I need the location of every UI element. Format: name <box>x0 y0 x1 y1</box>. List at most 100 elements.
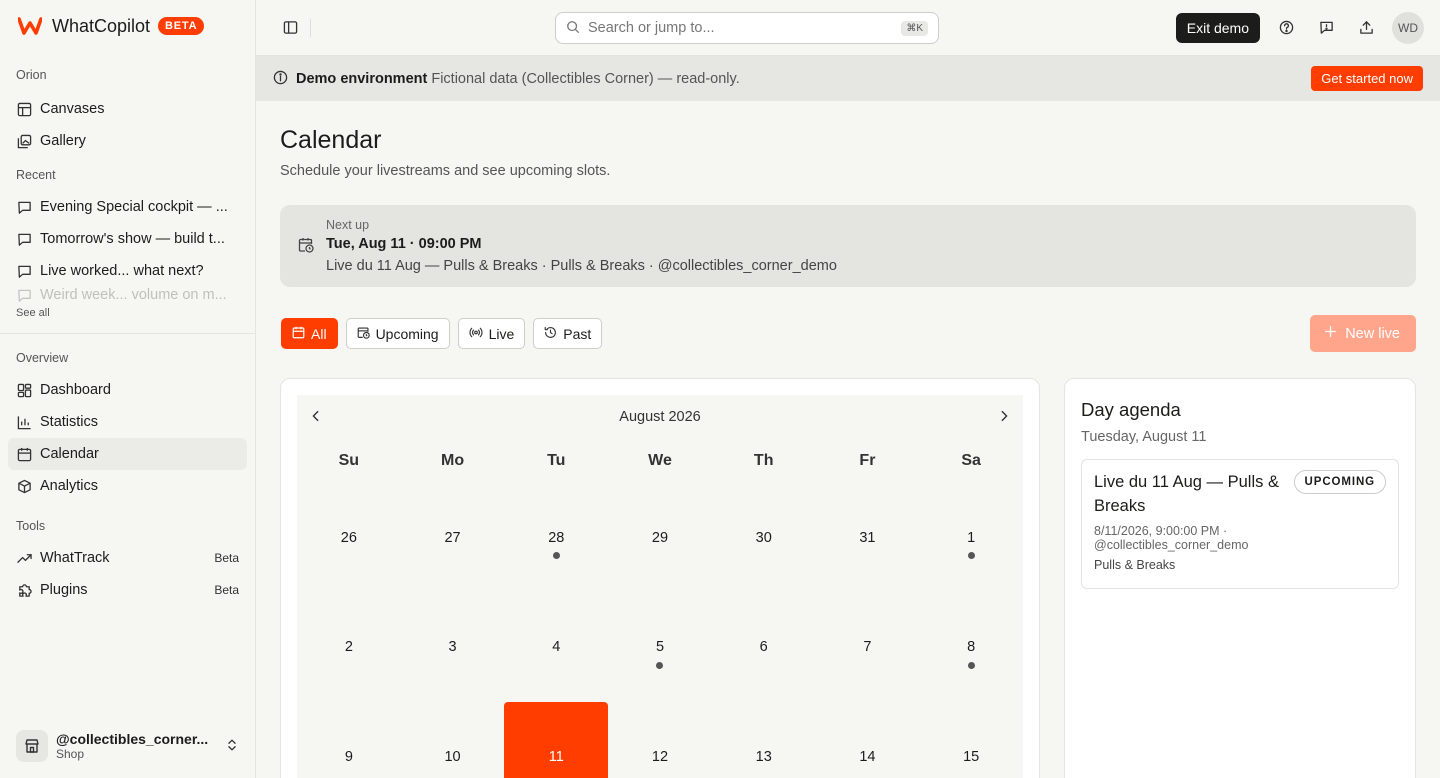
calendar-day[interactable]: 1 <box>919 483 1023 593</box>
calendar-header: August 2026 <box>297 395 1023 439</box>
calendar-day[interactable]: 15 <box>919 702 1023 778</box>
section-label-recent: Recent <box>16 168 56 182</box>
sidebar: WhatCopilot BETA Orion Canvases Gallery … <box>0 0 256 778</box>
calendar-day[interactable]: 8 <box>919 593 1023 703</box>
cube-icon <box>16 478 32 494</box>
chat-bubble-icon <box>16 263 32 279</box>
main-area: Search or jump to... ⌘K Exit demo WD Dem… <box>256 0 1440 778</box>
beta-label: Beta <box>214 583 239 597</box>
recent-item[interactable]: Tomorrow's show — build t... <box>8 223 247 255</box>
weekday-label: Fr <box>859 452 876 469</box>
sidebar-item-canvases[interactable]: Canvases <box>8 93 247 125</box>
day-number: 15 <box>963 748 980 765</box>
sidebar-item-whattrack[interactable]: WhatTrack Beta <box>8 542 247 574</box>
beta-label: Beta <box>214 551 239 565</box>
calendar-day[interactable]: 9 <box>297 702 401 778</box>
user-avatar[interactable]: WD <box>1392 11 1424 44</box>
calendar-clock-icon <box>298 237 314 256</box>
day-number: 28 <box>548 529 565 546</box>
sidebar-item-analytics[interactable]: Analytics <box>8 470 247 502</box>
see-all-link[interactable]: See all <box>0 305 255 321</box>
calendar-day[interactable]: 14 <box>816 702 920 778</box>
agenda-item[interactable]: Live du 11 Aug — Pulls & Breaks UPCOMING… <box>1081 459 1399 589</box>
recent-item[interactable]: Live worked... what next? <box>8 255 247 287</box>
sidebar-divider <box>0 333 255 334</box>
feedback-icon[interactable] <box>1312 14 1340 42</box>
brand[interactable]: WhatCopilot BETA <box>0 0 255 52</box>
bar-chart-icon <box>16 414 32 430</box>
sidebar-item-label: Canvases <box>40 101 105 117</box>
filter-label: Upcoming <box>375 325 439 342</box>
day-number: 12 <box>651 748 669 765</box>
sidebar-item-dashboard[interactable]: Dashboard <box>8 374 247 406</box>
recent-item[interactable]: Evening Special cockpit — ... <box>8 191 247 223</box>
event-dot <box>656 661 664 669</box>
recent-item-label: Weird week... volume on m... <box>40 287 227 303</box>
calendar-icon <box>292 326 305 342</box>
section-label-overview: Overview <box>16 351 69 365</box>
calendar-day[interactable]: 3 <box>401 593 505 703</box>
filter-live-button[interactable]: Live <box>457 318 526 349</box>
next-up-card[interactable]: Next up Tue, Aug 11 · 09:00 PM Live du 1… <box>280 205 1416 287</box>
day-number: 14 <box>859 748 876 765</box>
account-type: Shop <box>56 747 85 761</box>
calendar-day[interactable]: 28 <box>504 483 608 593</box>
agenda-date: Tuesday, August 11 <box>1081 429 1207 445</box>
filter-label: Live <box>488 325 515 342</box>
calendar-day[interactable]: 27 <box>401 483 505 593</box>
calendar-day[interactable]: 26 <box>297 483 401 593</box>
event-dot <box>552 552 560 559</box>
sidebar-item-plugins[interactable]: Plugins Beta <box>8 574 247 606</box>
calendar-day[interactable]: 5 <box>608 593 712 703</box>
calendar-day[interactable]: 4 <box>504 593 608 703</box>
get-started-button[interactable]: Get started now <box>1311 66 1423 91</box>
day-number: 1 <box>967 529 976 546</box>
calendar-day[interactable]: 10 <box>401 702 505 778</box>
calendar-day[interactable]: 6 <box>712 593 816 703</box>
sidebar-item-calendar[interactable]: Calendar <box>8 438 247 470</box>
help-icon[interactable] <box>1272 14 1300 42</box>
exit-demo-button[interactable]: Exit demo <box>1175 12 1260 43</box>
filter-past-button[interactable]: Past <box>533 318 603 349</box>
calendar-row: August 2026 Su Mo Tu We Th Fr Sa 26 27 28 29 30 31 1… <box>280 378 1416 778</box>
filter-label: All <box>311 325 327 342</box>
share-upload-icon[interactable] <box>1352 14 1380 42</box>
account-switcher[interactable]: @collectibles_corner... Shop <box>8 724 247 768</box>
day-number: 5 <box>655 639 665 656</box>
calendar-day[interactable]: 30 <box>712 483 816 593</box>
sidebar-toggle-icon[interactable] <box>276 14 304 42</box>
day-number: 27 <box>444 529 461 546</box>
calendar-day[interactable]: 12 <box>608 702 712 778</box>
calendar-day[interactable]: 29 <box>608 483 712 593</box>
agenda-item-account: @collectibles_corner_demo <box>1094 538 1249 552</box>
day-number: 30 <box>755 529 772 546</box>
recent-item-faded[interactable]: Weird week... volume on m... <box>8 287 247 303</box>
day-number: 4 <box>552 639 561 656</box>
puzzle-icon <box>16 582 32 598</box>
filter-upcoming-button[interactable]: Upcoming <box>345 318 450 349</box>
next-up-description: Live du 11 Aug — Pulls & Breaks · Pulls … <box>326 258 837 274</box>
weekday-label: We <box>648 452 672 469</box>
gallery-icon <box>16 133 32 149</box>
day-number: 2 <box>344 639 353 656</box>
sidebar-item-gallery[interactable]: Gallery <box>8 125 247 157</box>
search-input[interactable]: Search or jump to... ⌘K <box>555 12 939 44</box>
calendar-day[interactable]: 7 <box>816 593 920 703</box>
dashboard-icon <box>16 382 32 398</box>
chevron-left-icon[interactable] <box>309 409 323 426</box>
filter-all-button[interactable]: All <box>281 318 338 349</box>
calendar-day[interactable]: 13 <box>712 702 816 778</box>
sidebar-item-label: Statistics <box>40 414 99 430</box>
agenda-title: Day agenda <box>1081 399 1181 420</box>
brand-name: WhatCopilot <box>52 15 151 36</box>
calendar-day[interactable]: 2 <box>297 593 401 703</box>
status-badge: UPCOMING <box>1293 470 1386 494</box>
chevron-right-icon[interactable] <box>997 409 1011 426</box>
day-grid: 26 27 28 29 30 31 1 2 3 4 5 6 7 8 9 10 11 12 13 14 15 <box>297 483 1023 778</box>
sidebar-item-statistics[interactable]: Statistics <box>8 406 247 438</box>
search-shortcut: ⌘K <box>901 20 928 36</box>
day-number: 9 <box>344 748 353 765</box>
calendar-day-selected[interactable]: 11 <box>504 702 609 778</box>
calendar-day[interactable]: 31 <box>816 483 920 593</box>
new-live-button[interactable]: New live <box>1310 315 1416 352</box>
